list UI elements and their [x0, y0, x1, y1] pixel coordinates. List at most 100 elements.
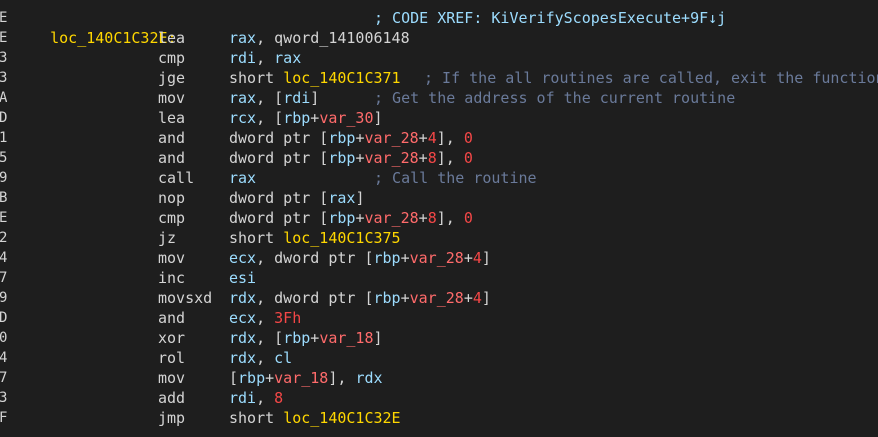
instruction-line[interactable]: and dword ptr [rbp+var_28+4], 0 [0, 128, 878, 148]
instruction-mnemonic[interactable]: movsxd [158, 288, 212, 308]
register-operand[interactable]: rax [328, 189, 355, 207]
numeric-operand[interactable]: 4 [473, 289, 482, 307]
instruction-line[interactable]: xor rdx, [rbp+var_18] [0, 328, 878, 348]
numeric-operand[interactable]: 4 [428, 129, 437, 147]
register-operand[interactable]: rcx [229, 109, 256, 127]
instruction-operands[interactable]: dword ptr [rbp+var_28+8], 0 [229, 148, 473, 168]
numeric-operand[interactable]: 0 [464, 129, 473, 147]
instruction-line[interactable]: lea rcx, [rbp+var_30] [0, 108, 878, 128]
stack-variable[interactable]: var_28 [364, 209, 418, 227]
stack-variable[interactable]: var_28 [410, 289, 464, 307]
instruction-operands[interactable]: ecx, dword ptr [rbp+var_28+4] [229, 248, 491, 268]
instruction-operands[interactable]: esi [229, 268, 256, 288]
register-operand[interactable]: ecx [229, 309, 256, 327]
register-operand[interactable]: rbp [374, 289, 401, 307]
instruction-mnemonic[interactable]: and [158, 308, 185, 328]
stack-variable[interactable]: var_28 [364, 129, 418, 147]
numeric-operand[interactable]: 0 [464, 149, 473, 167]
code-label-line[interactable]: loc_140C1C32E: [14, 8, 176, 47]
jump-target-label[interactable]: loc_140C1C375 [283, 229, 400, 247]
register-operand[interactable]: rbp [283, 329, 310, 347]
instruction-operands[interactable]: short loc_140C1C375 [229, 228, 401, 248]
instruction-mnemonic[interactable]: jz [158, 228, 176, 248]
stack-variable[interactable]: var_28 [410, 249, 464, 267]
stack-variable[interactable]: var_18 [274, 369, 328, 387]
instruction-operands[interactable]: dword ptr [rbp+var_28+8], 0 [229, 208, 473, 228]
instruction-line[interactable]: jz short loc_140C1C375 [0, 228, 878, 248]
instruction-line[interactable]: add rdi, 8 [0, 388, 878, 408]
register-operand[interactable]: rax [229, 89, 256, 107]
instruction-line[interactable]: mov [rbp+var_18], rdx [0, 368, 878, 388]
instruction-operands[interactable]: rax [229, 168, 256, 188]
disassembly-view[interactable]: EE33AD159BE2479D0473F loc_140C1C32E: ; C… [0, 0, 878, 437]
instruction-operands[interactable]: rdx, dword ptr [rbp+var_28+4] [229, 288, 491, 308]
register-operand[interactable]: ecx [229, 249, 256, 267]
jump-target-label[interactable]: loc_140C1C32E [283, 409, 400, 427]
instruction-line[interactable]: cmp rdi, rax [0, 48, 878, 68]
register-operand[interactable]: rdi [229, 49, 256, 67]
instruction-operands[interactable]: short loc_140C1C371 [229, 68, 401, 88]
register-operand[interactable]: rdi [229, 389, 256, 407]
instruction-line[interactable]: rol rdx, cl [0, 348, 878, 368]
instruction-line[interactable]: call rax ; Call the routine [0, 168, 878, 188]
instruction-mnemonic[interactable]: xor [158, 328, 185, 348]
instruction-mnemonic[interactable]: call [158, 168, 194, 188]
instruction-operands[interactable]: short loc_140C1C32E [229, 408, 401, 428]
instruction-operands[interactable]: ecx, 3Fh [229, 308, 301, 328]
instruction-operands[interactable]: [rbp+var_18], rdx [229, 368, 383, 388]
instruction-mnemonic[interactable]: cmp [158, 208, 185, 228]
instruction-mnemonic[interactable]: nop [158, 188, 185, 208]
register-operand[interactable]: rbp [283, 109, 310, 127]
instruction-line[interactable]: nop dword ptr [rax] [0, 188, 878, 208]
register-operand[interactable]: rbp [374, 249, 401, 267]
register-operand[interactable]: rbp [328, 149, 355, 167]
instruction-operands[interactable]: rdi, 8 [229, 388, 283, 408]
instruction-line[interactable]: lea rax, qword_141006148 [0, 28, 878, 48]
register-operand[interactable]: rbp [328, 129, 355, 147]
instruction-mnemonic[interactable]: lea [158, 108, 185, 128]
jump-target-label[interactable]: loc_140C1C371 [283, 69, 400, 87]
register-operand[interactable]: rdx [229, 329, 256, 347]
register-operand[interactable]: rax [229, 169, 256, 187]
instruction-operands[interactable]: rdx, cl [229, 348, 292, 368]
instruction-mnemonic[interactable]: and [158, 128, 185, 148]
instruction-operands[interactable]: rax, qword_141006148 [229, 28, 410, 48]
instruction-mnemonic[interactable]: mov [158, 88, 185, 108]
instruction-mnemonic[interactable]: jmp [158, 408, 185, 428]
instruction-mnemonic[interactable]: cmp [158, 48, 185, 68]
instruction-line[interactable]: and dword ptr [rbp+var_28+8], 0 [0, 148, 878, 168]
register-operand[interactable]: rdx [229, 289, 256, 307]
register-operand[interactable]: rbp [328, 209, 355, 227]
instruction-comment[interactable]: ; Call the routine [374, 168, 537, 188]
instruction-line[interactable]: jge short loc_140C1C371 ; If the all routi… [0, 68, 878, 88]
register-operand[interactable]: rax [229, 29, 256, 47]
instruction-line[interactable]: mov rax, [rdi] ; Get the address of the cu… [0, 88, 878, 108]
numeric-operand[interactable]: 8 [274, 389, 283, 407]
instruction-mnemonic[interactable]: and [158, 148, 185, 168]
instruction-mnemonic[interactable]: add [158, 388, 185, 408]
instruction-comment[interactable]: ; If the all routines are called, exit t… [424, 68, 878, 88]
instruction-operands[interactable]: rcx, [rbp+var_30] [229, 108, 383, 128]
instruction-operands[interactable]: dword ptr [rbp+var_28+4], 0 [229, 128, 473, 148]
instruction-mnemonic[interactable]: jge [158, 68, 185, 88]
instruction-line[interactable]: and ecx, 3Fh [0, 308, 878, 328]
instruction-line[interactable]: cmp dword ptr [rbp+var_28+8], 0 [0, 208, 878, 228]
register-operand[interactable]: rdx [355, 369, 382, 387]
stack-variable[interactable]: var_18 [319, 329, 373, 347]
instruction-line[interactable]: mov ecx, dword ptr [rbp+var_28+4] [0, 248, 878, 268]
stack-variable[interactable]: var_28 [364, 149, 418, 167]
stack-variable[interactable]: var_30 [319, 109, 373, 127]
symbol-operand[interactable]: qword_141006148 [274, 29, 409, 47]
instruction-mnemonic[interactable]: lea [158, 28, 185, 48]
register-operand[interactable]: rdi [283, 89, 310, 107]
instruction-operands[interactable]: rdi, rax [229, 48, 301, 68]
instruction-line[interactable]: jmp short loc_140C1C32E [0, 408, 878, 428]
register-operand[interactable]: rax [274, 49, 301, 67]
numeric-operand[interactable]: 3Fh [274, 309, 301, 327]
instruction-operands[interactable]: rax, [rdi] [229, 88, 319, 108]
register-operand[interactable]: rdx [229, 349, 256, 367]
register-operand[interactable]: cl [274, 349, 292, 367]
instruction-mnemonic[interactable]: mov [158, 368, 185, 388]
instruction-mnemonic[interactable]: inc [158, 268, 185, 288]
register-operand[interactable]: esi [229, 269, 256, 287]
